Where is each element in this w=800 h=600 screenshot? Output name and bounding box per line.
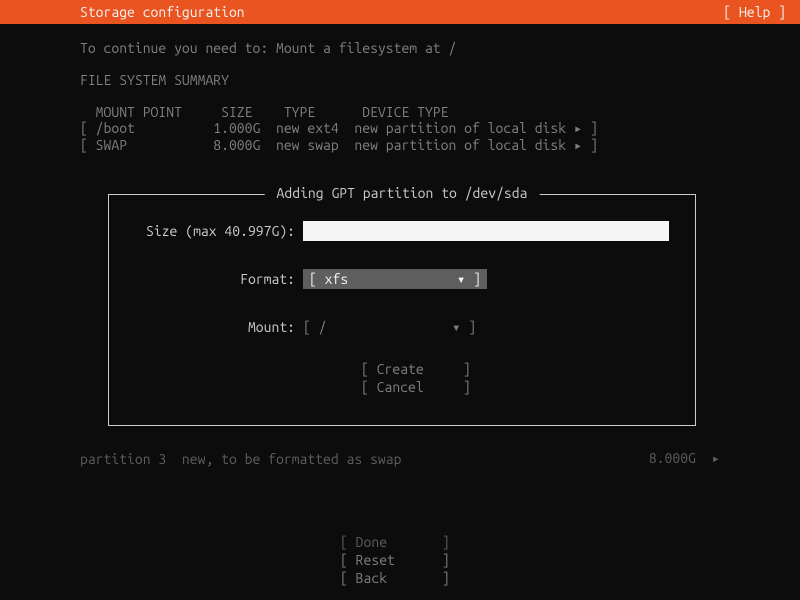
help-button[interactable]: [ Help ] [723, 4, 786, 20]
mount-row: Mount: [ / ▾ ] [131, 317, 673, 337]
table-row[interactable]: [ SWAP 8.000G new swap new partition of … [80, 137, 720, 154]
header-bar: Storage configuration [ Help ] [0, 0, 800, 24]
cancel-button[interactable]: [ Cancel ] [361, 379, 673, 397]
table-header: MOUNT POINT SIZE TYPE DEVICE TYPE [80, 104, 720, 120]
hint-text: To continue you need to: Mount a filesys… [80, 40, 720, 56]
mount-label: Mount: [131, 319, 303, 335]
back-button[interactable]: [ Back ] [0, 570, 800, 588]
bottom-nav: [ Done ] [ Reset ] [ Back ] [0, 534, 800, 588]
done-button[interactable]: [ Done ] [0, 534, 800, 552]
partition-description: partition 3 new, to be formatted as swap [80, 451, 401, 467]
dialog-buttons: [ Create ] [ Cancel ] [361, 361, 673, 397]
mount-dropdown[interactable]: [ / ▾ ] [303, 317, 476, 337]
format-value: [ xfs [309, 271, 348, 287]
section-title: FILE SYSTEM SUMMARY [80, 72, 720, 88]
size-label: Size (max 40.997G): [131, 223, 303, 239]
chevron-down-icon: ▾ ] [457, 271, 481, 288]
create-button[interactable]: [ Create ] [361, 361, 673, 379]
format-dropdown[interactable]: [ xfs ▾ ] [303, 269, 487, 289]
page-title: Storage configuration [80, 4, 245, 20]
partition-size: 8.000G ▸ [649, 450, 720, 467]
size-row: Size (max 40.997G): [131, 221, 673, 241]
add-partition-dialog: Adding GPT partition to /dev/sda Size (m… [108, 194, 696, 426]
reset-button[interactable]: [ Reset ] [0, 552, 800, 570]
dialog-title: Adding GPT partition to /dev/sda [265, 185, 540, 201]
format-label: Format: [131, 271, 303, 287]
format-row: Format: [ xfs ▾ ] [131, 269, 673, 289]
table-row[interactable]: [ /boot 1.000G new ext4 new partition of… [80, 120, 720, 137]
content-area: To continue you need to: Mount a filesys… [0, 24, 800, 154]
partition-info[interactable]: partition 3 new, to be formatted as swap… [80, 450, 720, 467]
size-input[interactable] [303, 221, 669, 241]
filesystem-table: MOUNT POINT SIZE TYPE DEVICE TYPE [ /boo… [80, 104, 720, 154]
